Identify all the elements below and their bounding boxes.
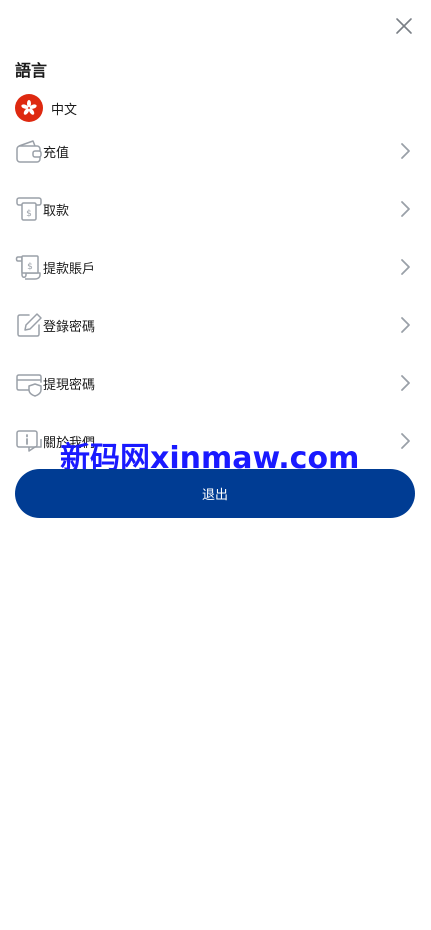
language-section-title: 語言 — [15, 61, 48, 80]
close-button[interactable] — [393, 15, 415, 37]
language-selector[interactable]: 中文 — [15, 94, 77, 122]
chevron-right-icon — [401, 317, 410, 333]
wallet-icon — [16, 140, 42, 163]
menu-item-label: 充值 — [43, 145, 70, 161]
svg-text:$: $ — [27, 262, 33, 272]
chevron-right-icon — [401, 201, 410, 217]
menu-item-withdrawal-password[interactable]: 提現密碼 — [0, 354, 431, 412]
chevron-right-icon — [401, 433, 410, 449]
info-chat-icon — [16, 430, 42, 452]
menu-item-label: 提現密碼 — [43, 377, 96, 393]
menu-item-login-password[interactable]: 登錄密碼 — [0, 296, 431, 354]
chevron-right-icon — [401, 375, 410, 391]
chevron-right-icon — [401, 143, 410, 159]
current-language-label: 中文 — [51, 102, 78, 118]
settings-menu: 充值 $ 取款 $ 提款賬戶 登錄密碼 提現密碼 關於我們 — [0, 122, 431, 470]
logout-button[interactable]: 退出 — [15, 469, 415, 518]
atm-withdraw-icon: $ — [16, 197, 42, 221]
menu-item-withdrawal-account[interactable]: $ 提款賬戶 — [0, 238, 431, 296]
hong-kong-flag-icon — [15, 94, 43, 122]
svg-text:$: $ — [26, 209, 32, 219]
bank-account-icon: $ — [15, 255, 41, 280]
menu-item-deposit[interactable]: 充值 — [0, 122, 431, 180]
close-icon — [396, 18, 412, 34]
menu-item-label: 登錄密碼 — [43, 319, 96, 335]
menu-item-withdraw[interactable]: $ 取款 — [0, 180, 431, 238]
menu-item-label: 提款賬戶 — [43, 261, 96, 277]
menu-panel: 語言 中文 充值 $ 取款 $ 提款賬戶 登錄密碼 提現密碼 關於我們 新码网x… — [0, 0, 431, 930]
card-shield-icon — [16, 374, 42, 397]
menu-item-label: 取款 — [43, 203, 70, 219]
edit-password-icon — [17, 313, 42, 337]
chevron-right-icon — [401, 259, 410, 275]
